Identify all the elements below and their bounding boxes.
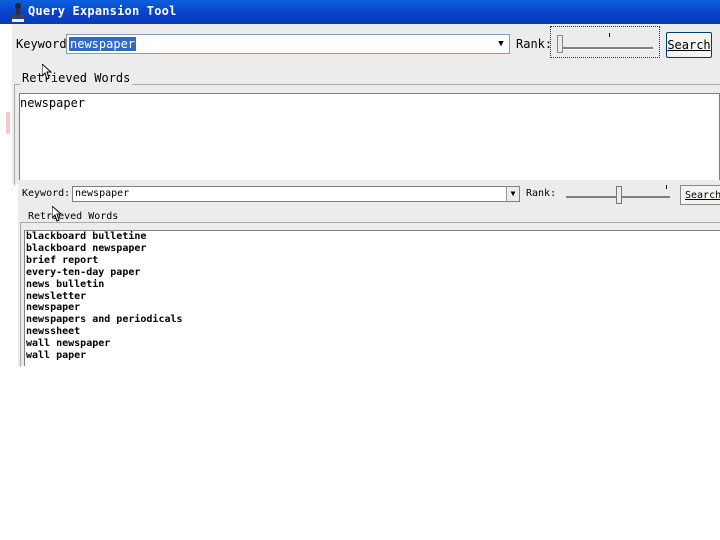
rank-slider-thumb[interactable] (557, 35, 563, 53)
list-item[interactable]: brief report (25, 255, 720, 267)
app-icon (11, 3, 25, 22)
rank-label: Rank: (516, 37, 553, 51)
list-item[interactable]: every-ten-day paper (25, 267, 720, 279)
chevron-down-icon[interactable]: ▼ (506, 187, 519, 201)
query-panel-top: Keyword: newspaper ▼ Rank: Search Retrie… (12, 24, 720, 185)
rank-slider[interactable] (550, 26, 660, 58)
keyword-combobox[interactable]: newspaper ▼ (66, 34, 510, 54)
rank-slider-tick (666, 185, 667, 189)
render-artifact (6, 112, 10, 134)
list-item[interactable]: wall newspaper (25, 338, 720, 350)
retrieved-words-title: Retrieved Words (20, 71, 133, 85)
search-button[interactable]: Search (666, 32, 712, 58)
list-item[interactable]: newspaper (20, 96, 85, 110)
keyword-label: Keyword: (22, 188, 71, 199)
mouse-cursor-icon (42, 64, 52, 80)
rank-slider-thumb[interactable] (616, 186, 622, 204)
title-bar: Query Expansion Tool (0, 0, 720, 24)
keyword-combobox[interactable]: newspaper ▼ (72, 186, 520, 202)
list-item[interactable]: newspapers and periodicals (25, 314, 720, 326)
keyword-input[interactable]: newspaper (75, 188, 129, 199)
retrieved-words-list[interactable]: newspaper (19, 93, 720, 181)
mouse-cursor-icon (52, 206, 62, 222)
search-button[interactable]: Search (680, 185, 720, 205)
query-panel-bottom: Keyword: newspaper ▼ Rank: Search Retrie… (18, 180, 720, 367)
list-item[interactable]: wall paper (25, 350, 720, 362)
list-item[interactable]: blackboard newspaper (25, 243, 720, 255)
rank-slider-track (559, 47, 653, 50)
window-title: Query Expansion Tool (28, 4, 177, 18)
list-item[interactable]: newspaper (25, 302, 720, 314)
rank-slider-tick (609, 33, 610, 37)
rank-label: Rank: (526, 188, 557, 199)
list-item[interactable]: newsletter (25, 291, 720, 303)
keyword-input[interactable]: newspaper (69, 37, 137, 51)
list-item[interactable]: blackboard bulletine (25, 231, 720, 243)
list-item[interactable]: newssheet (25, 326, 720, 338)
retrieved-words-list[interactable]: blackboard bulletine blackboard newspape… (24, 230, 720, 366)
list-item[interactable]: news bulletin (25, 279, 720, 291)
retrieved-words-title: Retrieved Words (26, 211, 121, 222)
chevron-down-icon[interactable]: ▼ (493, 35, 509, 53)
